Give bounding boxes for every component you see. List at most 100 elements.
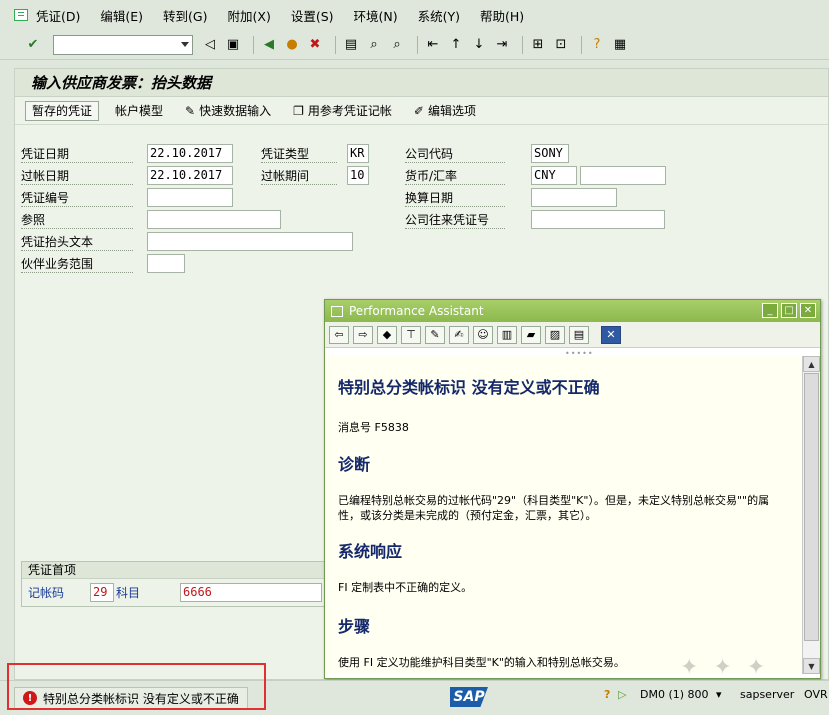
- enter-check-icon[interactable]: ✔: [24, 36, 42, 54]
- document-date-field[interactable]: 22.10.2017: [147, 144, 233, 163]
- exit-icon[interactable]: ●: [283, 36, 301, 54]
- cancel-icon[interactable]: ✖: [306, 36, 324, 54]
- technical-info-icon[interactable]: ⊤: [401, 325, 421, 344]
- back-arrow-icon[interactable]: ⇦: [329, 325, 349, 344]
- currency-field[interactable]: CNY: [531, 166, 577, 185]
- back-icon[interactable]: ◀: [260, 36, 278, 54]
- menu-help[interactable]: 帮助(H): [480, 6, 524, 25]
- application-toolbar: 暂存的凭证 帐户模型 ✎ 快速数据输入 ❐ 用参考凭证记帐 ✐ 编辑选项: [15, 97, 828, 125]
- menu-bar: 凭证(D) 编辑(E) 转到(G) 附加(X) 设置(S) 环境(N) 系统(Y…: [0, 0, 829, 30]
- menu-environment[interactable]: 环境(N): [354, 6, 398, 25]
- account-label: 科目: [116, 586, 141, 600]
- toolbar-divider: [522, 35, 523, 54]
- trading-partner-field[interactable]: [147, 254, 185, 273]
- diagnosis-text: 已编程特别总帐交易的过帐代码"29"（科目类型"K"）。但是，未定义特别总帐交易…: [338, 494, 770, 522]
- account-model-button[interactable]: 帐户模型: [109, 101, 169, 121]
- forward-arrow-icon[interactable]: ⇨: [353, 325, 373, 344]
- post-with-reference-label: 用参考凭证记帐: [307, 104, 392, 118]
- reference-field[interactable]: [147, 210, 281, 229]
- layout-menu-icon[interactable]: ▦: [611, 36, 629, 54]
- company-code-field[interactable]: SONY: [531, 144, 569, 163]
- document-icon[interactable]: [14, 9, 28, 21]
- triangle-right-icon[interactable]: ▷: [618, 688, 626, 701]
- help-icon[interactable]: ?: [588, 36, 606, 54]
- message-number: 消息号 F5838: [338, 421, 409, 434]
- info-icon[interactable]: ▨: [545, 325, 565, 344]
- first-page-icon[interactable]: ⇤: [424, 36, 442, 54]
- menu-system[interactable]: 系统(Y): [418, 6, 460, 25]
- header-text-label: 凭证抬头文本: [21, 234, 133, 251]
- header-text-field[interactable]: [147, 232, 353, 251]
- user-icon[interactable]: ☺: [473, 325, 493, 344]
- chevron-down-icon[interactable]: [181, 41, 189, 47]
- print-icon[interactable]: ▤: [569, 325, 589, 344]
- watermark: ✦ ✦ ✦: [680, 655, 770, 680]
- find-icon[interactable]: ⌕: [365, 36, 383, 54]
- posting-key-label: 记帐码: [28, 586, 65, 600]
- next-page-icon[interactable]: ↓: [470, 36, 488, 54]
- posting-period-label: 过帐期间: [261, 168, 337, 185]
- posting-date-label: 过帐日期: [21, 168, 133, 185]
- minimize-button[interactable]: _: [762, 303, 778, 318]
- chevron-down-icon[interactable]: ▾: [716, 688, 722, 701]
- document-number-label: 凭证编号: [21, 190, 133, 207]
- scroll-down-icon[interactable]: ▼: [803, 658, 820, 674]
- parked-documents-button[interactable]: 暂存的凭证: [25, 100, 100, 121]
- bookmark-icon[interactable]: ▰: [521, 325, 541, 344]
- new-session-icon[interactable]: ⊞: [529, 36, 547, 54]
- account-field[interactable]: 6666: [180, 583, 322, 602]
- vertical-scrollbar[interactable]: ▲ ▼: [802, 356, 820, 674]
- shortcut-icon[interactable]: ⊡: [552, 36, 570, 54]
- table-icon[interactable]: ▥: [497, 325, 517, 344]
- print-icon[interactable]: ▤: [342, 36, 360, 54]
- highlight-outline: [7, 663, 266, 710]
- system-response-text: FI 定制表中不正确的定义。: [338, 581, 473, 594]
- menu-document[interactable]: 凭证(D): [36, 6, 80, 25]
- popup-title-bar[interactable]: Performance Assistant _ □ ✕: [325, 300, 820, 322]
- scroll-up-icon[interactable]: ▲: [803, 356, 820, 372]
- screen-title: 输入供应商发票：抬头数据: [15, 69, 828, 97]
- find-next-icon[interactable]: ⌕: [388, 36, 406, 54]
- menu-edit[interactable]: 编辑(E): [100, 6, 143, 25]
- maximize-button[interactable]: □: [781, 303, 797, 318]
- system-info[interactable]: DM0 (1) 800: [640, 688, 709, 701]
- insert-mode: OVR: [804, 688, 828, 701]
- previous-page-icon[interactable]: ↑: [447, 36, 465, 54]
- annotation-icon[interactable]: ✍: [449, 325, 469, 344]
- exchange-rate-field[interactable]: [580, 166, 666, 185]
- document-number-field[interactable]: [147, 188, 233, 207]
- translation-date-field[interactable]: [531, 188, 617, 207]
- company-code-label: 公司代码: [405, 146, 505, 163]
- triangle-left-icon[interactable]: ◁: [201, 36, 219, 54]
- posting-period-field[interactable]: 10: [347, 166, 369, 185]
- book-icon[interactable]: ◆: [377, 325, 397, 344]
- save-icon[interactable]: ▣: [224, 36, 242, 54]
- posting-key-field[interactable]: 29: [90, 583, 114, 602]
- fast-entry-button[interactable]: ✎ 快速数据输入: [179, 101, 277, 121]
- edit-icon[interactable]: ✎: [425, 325, 445, 344]
- fast-entry-icon: ✎: [185, 103, 196, 118]
- menu-goto[interactable]: 转到(G): [163, 6, 207, 25]
- section-title: 凭证首项: [22, 562, 330, 579]
- command-field[interactable]: [53, 34, 193, 55]
- last-page-icon[interactable]: ⇥: [493, 36, 511, 54]
- toolbar-divider: [335, 35, 336, 54]
- document-type-field[interactable]: KR: [347, 144, 369, 163]
- copy-icon: ❐: [293, 103, 304, 118]
- close-button[interactable]: ✕: [800, 303, 816, 318]
- first-line-item-section: 凭证首项 记帐码 29 科目 6666: [21, 561, 331, 607]
- menu-extras[interactable]: 附加(X): [228, 6, 271, 25]
- scroll-thumb[interactable]: [804, 373, 819, 641]
- document-date-label: 凭证日期: [21, 146, 133, 163]
- close-icon[interactable]: ✕: [601, 325, 621, 344]
- cross-company-number-label: 公司往来凭证号: [405, 212, 505, 229]
- window-icon: [331, 305, 343, 317]
- posting-date-field[interactable]: 22.10.2017: [147, 166, 233, 185]
- editing-options-button[interactable]: ✐ 编辑选项: [408, 101, 482, 121]
- cross-company-number-field[interactable]: [531, 210, 665, 229]
- editing-options-label: 编辑选项: [427, 104, 476, 118]
- pencil-icon: ✐: [413, 103, 424, 118]
- help-icon[interactable]: ?: [604, 688, 610, 701]
- menu-settings[interactable]: 设置(S): [291, 6, 334, 25]
- post-with-reference-button[interactable]: ❐ 用参考凭证记帐: [287, 101, 398, 121]
